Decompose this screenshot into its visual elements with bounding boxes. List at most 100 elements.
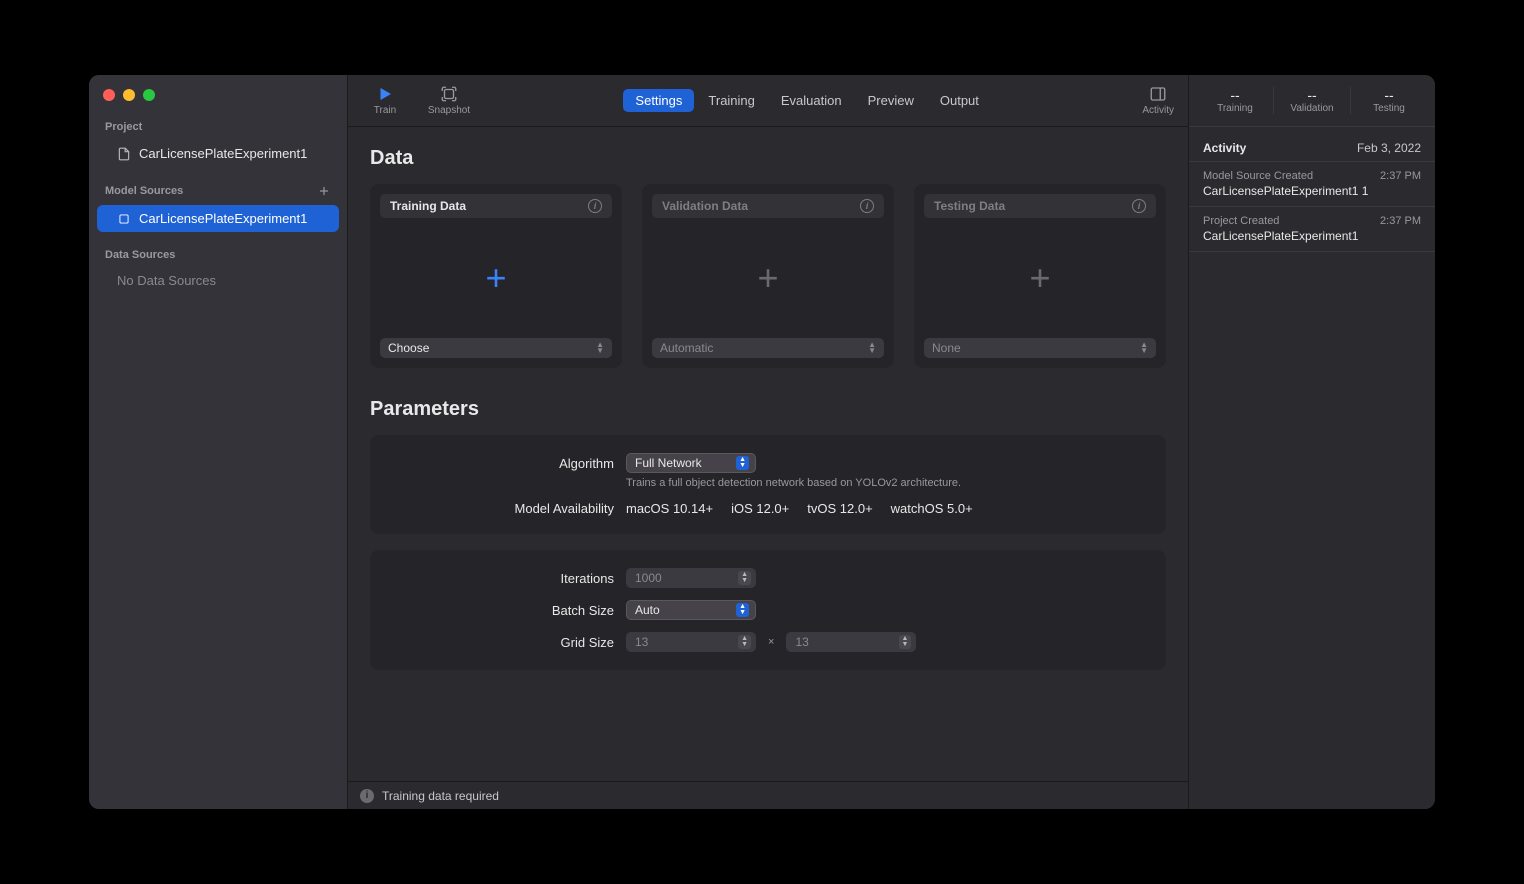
testing-data-dropzone[interactable]: + <box>924 218 1156 338</box>
testing-data-card: Testing Data i + None ▲▼ <box>914 184 1166 368</box>
activity-panel: -- Training -- Validation -- Testing Act… <box>1189 75 1435 809</box>
metric-testing-value: -- <box>1384 87 1393 103</box>
sidebar-model-source-label: CarLicensePlateExperiment1 <box>139 211 307 226</box>
metrics-bar: -- Training -- Validation -- Testing <box>1189 75 1435 127</box>
data-cards-row: Training Data i + Choose ▲▼ Validation D… <box>370 184 1166 368</box>
sidebar-section-project-label: Project <box>105 121 142 133</box>
train-label: Train <box>374 105 396 116</box>
sidebar-section-project: Project <box>89 115 347 139</box>
sidebar: Project CarLicensePlateExperiment1 Model… <box>89 75 347 809</box>
add-model-source-button[interactable] <box>317 184 331 198</box>
tab-preview[interactable]: Preview <box>856 89 926 112</box>
validation-data-dropzone[interactable]: + <box>652 218 884 338</box>
activity-label: Activity <box>1142 105 1174 116</box>
metric-training: -- Training <box>1197 87 1274 114</box>
activity-event[interactable]: Project Created 2:37 PM CarLicensePlateE… <box>1189 206 1435 252</box>
info-icon: i <box>360 789 374 803</box>
stepper-icon[interactable]: ▲▼ <box>738 571 751 585</box>
validation-data-selector-value: Automatic <box>660 341 713 355</box>
close-window-button[interactable] <box>103 89 115 101</box>
sidebar-section-model-sources-label: Model Sources <box>105 185 183 197</box>
testing-data-selector[interactable]: None ▲▼ <box>924 338 1156 358</box>
tab-training[interactable]: Training <box>696 89 766 112</box>
metric-training-value: -- <box>1230 87 1239 103</box>
model-availability-label: Model Availability <box>394 501 614 516</box>
sidebar-section-model-sources: Model Sources <box>89 178 347 204</box>
availability-ios: iOS 12.0+ <box>731 501 789 516</box>
validation-data-header: Validation Data i <box>652 194 884 218</box>
batch-size-selector[interactable]: Auto ▲▼ <box>626 600 756 620</box>
iterations-input[interactable]: 1000 ▲▼ <box>626 568 756 588</box>
sidebar-project-item[interactable]: CarLicensePlateExperiment1 <box>97 140 339 167</box>
chevron-updown-icon: ▲▼ <box>596 342 604 354</box>
chevron-updown-icon: ▲▼ <box>868 342 876 354</box>
activity-panel-toggle[interactable]: Activity <box>1142 85 1174 116</box>
document-icon <box>117 147 131 161</box>
tab-evaluation[interactable]: Evaluation <box>769 89 854 112</box>
activity-header-label: Activity <box>1203 141 1246 155</box>
grid-size-label: Grid Size <box>394 635 614 650</box>
plus-icon: + <box>757 257 778 299</box>
chevron-updown-icon: ▲▼ <box>1140 342 1148 354</box>
validation-data-selector[interactable]: Automatic ▲▼ <box>652 338 884 358</box>
validation-data-title: Validation Data <box>662 199 748 213</box>
chevron-updown-icon: ▲▼ <box>736 603 749 617</box>
algorithm-group: Algorithm Full Network ▲▼ Trains a full … <box>370 435 1166 534</box>
chevron-updown-icon: ▲▼ <box>736 456 749 470</box>
info-icon[interactable]: i <box>1132 199 1146 213</box>
tab-settings[interactable]: Settings <box>623 89 694 112</box>
metric-training-label: Training <box>1217 103 1253 114</box>
testing-data-title: Testing Data <box>934 199 1005 213</box>
testing-data-header: Testing Data i <box>924 194 1156 218</box>
content: Data Training Data i + Choose ▲▼ <box>348 127 1188 781</box>
sidebar-model-source-item[interactable]: CarLicensePlateExperiment1 <box>97 205 339 232</box>
activity-header-date: Feb 3, 2022 <box>1357 141 1421 155</box>
grid-width-input[interactable]: 13 ▲▼ <box>626 632 756 652</box>
availability-watchos: watchOS 5.0+ <box>891 501 973 516</box>
stepper-icon[interactable]: ▲▼ <box>738 635 751 649</box>
stepper-icon[interactable]: ▲▼ <box>899 635 912 649</box>
activity-event-time: 2:37 PM <box>1380 170 1421 182</box>
iterations-label: Iterations <box>394 571 614 586</box>
availability-macos: macOS 10.14+ <box>626 501 713 516</box>
training-data-dropzone[interactable]: + <box>380 218 612 338</box>
metric-validation-value: -- <box>1307 87 1316 103</box>
availability-tvos: tvOS 12.0+ <box>807 501 872 516</box>
training-data-header: Training Data i <box>380 194 612 218</box>
batch-size-value: Auto <box>635 603 660 617</box>
activity-event-time: 2:37 PM <box>1380 215 1421 227</box>
plus-icon: + <box>485 257 506 299</box>
model-availability-list: macOS 10.14+ iOS 12.0+ tvOS 12.0+ watchO… <box>626 501 973 516</box>
fullscreen-window-button[interactable] <box>143 89 155 101</box>
activity-event[interactable]: Model Source Created 2:37 PM CarLicenseP… <box>1189 161 1435 206</box>
sidebar-right-icon <box>1149 85 1167 103</box>
app-window: Project CarLicensePlateExperiment1 Model… <box>89 75 1435 809</box>
grid-height-value: 13 <box>795 635 808 649</box>
sidebar-data-sources-empty: No Data Sources <box>89 267 347 294</box>
activity-header: Activity Feb 3, 2022 <box>1189 127 1435 161</box>
grid-height-input[interactable]: 13 ▲▼ <box>786 632 916 652</box>
algorithm-description: Trains a full object detection network b… <box>626 477 1142 489</box>
train-button[interactable]: Train <box>362 85 408 116</box>
minimize-window-button[interactable] <box>123 89 135 101</box>
tab-output[interactable]: Output <box>928 89 991 112</box>
activity-event-detail: CarLicensePlateExperiment1 1 <box>1203 184 1421 198</box>
algorithm-selector[interactable]: Full Network ▲▼ <box>626 453 756 473</box>
info-icon[interactable]: i <box>588 199 602 213</box>
cube-icon <box>117 212 131 226</box>
metric-testing-label: Testing <box>1373 103 1405 114</box>
training-data-selector-value: Choose <box>388 341 429 355</box>
info-icon[interactable]: i <box>860 199 874 213</box>
multiply-icon: × <box>768 636 774 648</box>
tab-bar: Settings Training Evaluation Preview Out… <box>623 89 990 112</box>
training-data-selector[interactable]: Choose ▲▼ <box>380 338 612 358</box>
grid-width-value: 13 <box>635 635 648 649</box>
main-area: Train Snapshot Settings Training Evaluat… <box>347 75 1189 809</box>
snapshot-button[interactable]: Snapshot <box>426 85 472 116</box>
metric-validation-label: Validation <box>1290 103 1333 114</box>
metric-validation: -- Validation <box>1274 87 1351 114</box>
snapshot-icon <box>440 85 458 103</box>
status-bar: i Training data required <box>348 781 1188 809</box>
activity-event-detail: CarLicensePlateExperiment1 <box>1203 229 1421 243</box>
training-params-group: Iterations 1000 ▲▼ Batch Size Auto ▲▼ Gr… <box>370 550 1166 670</box>
